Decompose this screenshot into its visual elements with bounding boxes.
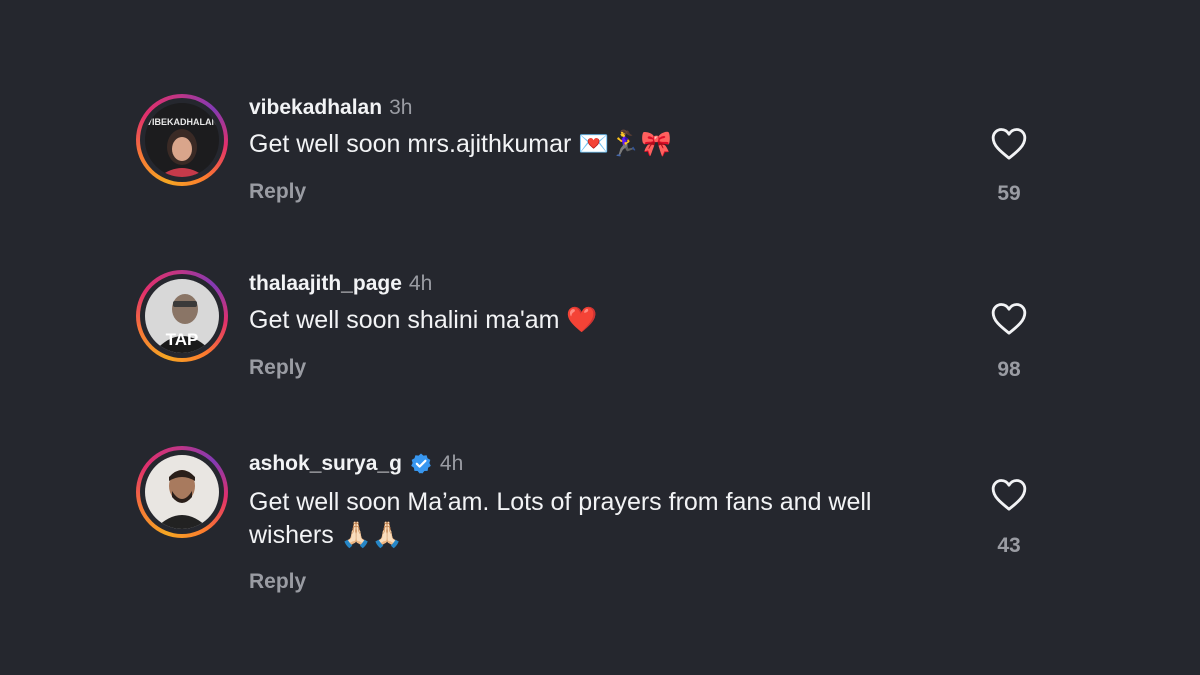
verified-badge-icon	[411, 453, 431, 474]
avatar-image	[145, 455, 219, 529]
heart-outline-icon[interactable]	[988, 299, 1030, 339]
like-count: 43	[997, 534, 1021, 557]
username-link[interactable]: ashok_surya_g	[249, 452, 402, 476]
comment-header: vibekadhalan 3h	[249, 96, 412, 120]
avatar-image: VIBEKADHALAN	[145, 103, 219, 177]
heart-outline-icon[interactable]	[988, 475, 1030, 515]
comment-text: Get well soon Ma’am. Lots of prayers fro…	[249, 488, 872, 549]
like-count: 59	[997, 182, 1021, 205]
comment-text: Get well soon shalini ma'am ❤️	[249, 306, 598, 334]
avatar-story-ring[interactable]: VIBEKADHALAN	[136, 94, 228, 186]
comment-header: thalaajith_page 4h	[249, 272, 432, 296]
username-link[interactable]: vibekadhalan	[249, 96, 382, 120]
username-link[interactable]: thalaajith_page	[249, 272, 402, 296]
reply-button[interactable]: Reply	[249, 180, 306, 204]
heart-outline-icon[interactable]	[988, 124, 1030, 164]
reply-button[interactable]: Reply	[249, 356, 306, 380]
reply-button[interactable]: Reply	[249, 570, 306, 594]
comment-text: Get well soon mrs.ajithkumar 💌🏃‍♀️🎀	[249, 130, 672, 158]
comment-timestamp: 4h	[408, 272, 433, 295]
avatar-brand-text: TAP	[166, 330, 199, 349]
avatar[interactable]: TAP	[145, 279, 219, 353]
avatar[interactable]	[145, 455, 219, 529]
avatar[interactable]: VIBEKADHALAN	[145, 103, 219, 177]
comment-header: ashok_surya_g 4h	[249, 452, 463, 476]
avatar-story-ring[interactable]	[136, 446, 228, 538]
avatar-story-ring[interactable]: TAP	[136, 270, 228, 362]
avatar-image: TAP	[145, 279, 219, 353]
comment-timestamp: 4h	[439, 452, 464, 475]
avatar-brand-text: VIBEKADHALAN	[146, 117, 218, 127]
comment-timestamp: 3h	[389, 96, 413, 119]
like-count: 98	[997, 358, 1021, 381]
